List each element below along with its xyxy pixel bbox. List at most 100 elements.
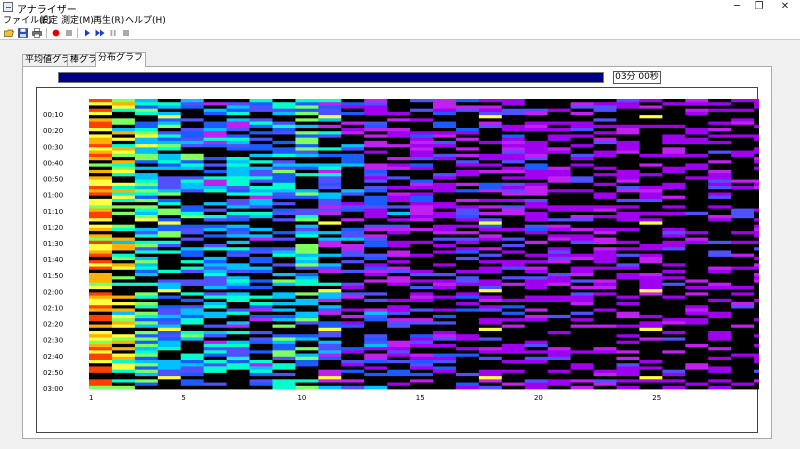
print-icon[interactable] <box>32 28 42 38</box>
heatmap-cell <box>410 308 434 313</box>
heatmap-cell <box>639 343 663 348</box>
heatmap-cell <box>731 260 755 264</box>
heatmap-cell <box>180 237 205 242</box>
heatmap-cell <box>547 205 571 209</box>
heatmap-cell <box>501 379 526 383</box>
heatmap-cell <box>754 295 759 300</box>
heatmap-cell <box>318 111 342 116</box>
heatmap-cell <box>478 260 503 264</box>
heatmap-cell <box>639 279 663 284</box>
heatmap-cell <box>478 166 503 171</box>
spectrogram-chart: 00:1000:2000:3000:4000:5001:0001:1001:20… <box>43 99 759 402</box>
heatmap-cell <box>524 376 549 380</box>
save-icon[interactable] <box>18 28 28 38</box>
menu-playback[interactable]: 再生(R) <box>93 15 124 27</box>
heatmap-cell <box>433 318 457 322</box>
heatmap-cell <box>295 153 319 158</box>
playback-progress-bar[interactable] <box>58 72 604 83</box>
heatmap-cell <box>524 337 549 342</box>
heatmap-cell <box>662 244 686 248</box>
heatmap-cell <box>662 147 686 151</box>
heatmap-cell <box>249 121 273 126</box>
heatmap-cell <box>180 215 205 219</box>
heatmap-cell <box>111 247 136 251</box>
menu-help[interactable]: ヘルプ(H) <box>125 15 166 27</box>
heatmap-cell <box>433 276 457 280</box>
heatmap-cell <box>410 302 434 306</box>
heatmap-cell <box>455 221 480 226</box>
heatmap-cell <box>341 102 365 106</box>
close-button[interactable]: ✕ <box>770 0 800 15</box>
tab-distribution-graph[interactable]: 分布グラフ <box>95 52 147 67</box>
heatmap-cell <box>708 350 732 354</box>
heatmap-cell <box>433 231 457 235</box>
heatmap-cell <box>593 282 617 287</box>
pause-icon[interactable] <box>108 28 118 38</box>
heatmap-cell <box>272 169 296 174</box>
heatmap-cell <box>662 382 686 387</box>
heatmap-cell <box>410 379 434 383</box>
heatmap-cell <box>478 321 503 325</box>
heatmap-cell <box>410 340 434 345</box>
heatmap-cell <box>226 195 250 200</box>
x-tick-label: 5 <box>181 394 185 402</box>
heatmap-cell <box>616 121 640 126</box>
heatmap-cell <box>203 376 227 380</box>
heatmap-cell <box>111 289 136 293</box>
heatmap-cell <box>754 363 759 367</box>
heatmap-cell <box>295 224 319 229</box>
heatmap-cell <box>203 195 227 200</box>
fast-forward-icon[interactable] <box>95 28 105 38</box>
heatmap-cell <box>570 244 594 248</box>
heatmap-cell <box>364 295 388 300</box>
heatmap-cell <box>731 324 755 329</box>
heatmap-cell <box>639 153 663 158</box>
heatmap-cell <box>570 273 594 277</box>
heatmap-cell <box>364 343 388 348</box>
stop-playback-icon[interactable] <box>121 28 131 38</box>
heatmap-cell <box>524 266 549 271</box>
heatmap-cell <box>754 311 759 316</box>
heatmap-cell <box>455 256 480 261</box>
heatmap-cell <box>616 179 640 184</box>
heatmap-cell <box>364 285 388 290</box>
play-icon[interactable] <box>82 28 92 38</box>
heatmap-cell <box>708 279 732 284</box>
heatmap-cell <box>203 179 227 184</box>
heatmap-cell <box>387 179 411 184</box>
stop-icon[interactable] <box>64 28 74 38</box>
heatmap-cell <box>364 189 388 193</box>
heatmap-cell <box>754 266 759 271</box>
heatmap-cell <box>433 356 457 361</box>
menu-settings[interactable]: 設定 <box>40 15 58 27</box>
heatmap-cell <box>570 360 594 364</box>
heatmap-cell <box>616 385 640 390</box>
heatmap-cell <box>501 140 526 145</box>
open-folder-icon[interactable] <box>4 28 14 38</box>
heatmap-cell <box>616 231 640 235</box>
heatmap-cell <box>111 179 136 184</box>
heatmap-cell <box>226 327 250 332</box>
heatmap-cell <box>318 163 342 168</box>
heatmap-cell <box>272 292 296 296</box>
heatmap-cell <box>295 298 319 303</box>
heatmap-cell <box>180 166 205 171</box>
heatmap-cell <box>433 211 457 216</box>
heatmap-cell <box>387 134 411 139</box>
heatmap-cell <box>685 266 709 271</box>
heatmap-cell <box>249 163 273 168</box>
heatmap-cell <box>111 285 136 290</box>
heatmap-cell <box>685 327 709 332</box>
heatmap-cell <box>616 211 640 216</box>
heatmap-cell <box>157 353 182 358</box>
heatmap-cell <box>180 282 205 287</box>
heatmap-cell <box>249 147 273 151</box>
record-icon[interactable] <box>51 28 61 38</box>
heatmap-cell <box>226 215 250 219</box>
heatmap-cell <box>89 189 113 193</box>
heatmap-cell <box>639 305 663 309</box>
heatmap-cell <box>157 279 182 284</box>
menu-measure[interactable]: 測定(M) <box>61 15 94 27</box>
heatmap-cell <box>203 260 227 264</box>
heatmap-cell <box>524 298 549 303</box>
